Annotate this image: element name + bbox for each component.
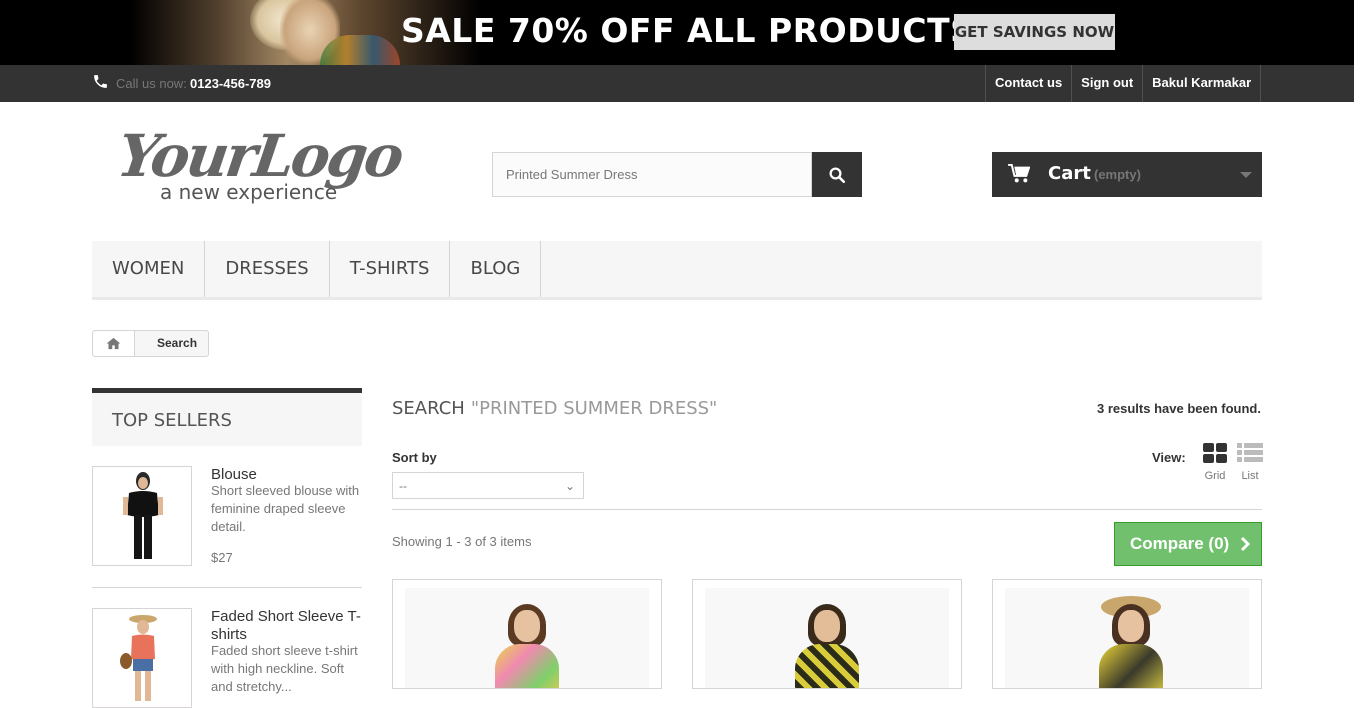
grid-view-icon bbox=[1203, 443, 1227, 463]
cart-status: (empty) bbox=[1094, 167, 1141, 182]
search-heading: SEARCH bbox=[392, 398, 465, 419]
menu-item-dresses[interactable]: DRESSES bbox=[205, 241, 330, 297]
grid-view-label: Grid bbox=[1204, 470, 1226, 482]
search-box bbox=[492, 152, 812, 197]
account-link[interactable]: Bakul Karmakar bbox=[1143, 65, 1262, 102]
chevron-down-icon bbox=[1240, 172, 1252, 178]
product-image bbox=[1005, 588, 1249, 688]
product-image bbox=[705, 588, 949, 688]
call-us-label: Call us now: bbox=[116, 76, 187, 91]
search-query: "PRINTED SUMMER DRESS" bbox=[470, 398, 718, 419]
compare-button[interactable]: Compare (0) bbox=[1114, 522, 1262, 566]
cart-icon bbox=[1008, 164, 1030, 183]
product-image bbox=[405, 588, 649, 688]
menu-item-women[interactable]: WOMEN bbox=[92, 241, 206, 297]
product-card[interactable] bbox=[692, 579, 962, 689]
search-input[interactable] bbox=[493, 153, 811, 196]
divider bbox=[392, 509, 1262, 510]
divider bbox=[92, 587, 362, 588]
menu-item-blog[interactable]: BLOG bbox=[450, 241, 542, 297]
grid-view-button[interactable]: Grid bbox=[1203, 443, 1227, 482]
showing-items-text: Showing 1 - 3 of 3 items bbox=[392, 534, 532, 549]
site-logo[interactable]: YourLogo a new experience bbox=[113, 122, 405, 212]
sort-select-value: -- bbox=[399, 479, 407, 493]
main-menu: WOMEN DRESSES T-SHIRTS BLOG bbox=[92, 241, 1262, 300]
sort-select[interactable]: -- ⌄ bbox=[392, 472, 584, 499]
promo-banner[interactable]: SALE 70% OFF ALL PRODUCTS GET SAVINGS NO… bbox=[0, 0, 1354, 65]
search-button[interactable] bbox=[812, 152, 862, 197]
product-thumbnail[interactable] bbox=[92, 608, 192, 708]
view-label: View: bbox=[1152, 450, 1186, 465]
logo-tagline: a new experience bbox=[160, 180, 338, 204]
compare-button-label: Compare (0) bbox=[1130, 534, 1230, 553]
page-title: SEARCH "PRINTED SUMMER DRESS" bbox=[392, 398, 717, 419]
top-sellers-title: TOP SELLERS bbox=[92, 388, 362, 446]
breadcrumb: Search bbox=[92, 330, 210, 357]
list-item: Faded Short Sleeve T-shirts Faded short … bbox=[92, 608, 363, 708]
product-name[interactable]: Faded Short Sleeve T-shirts bbox=[211, 608, 363, 644]
breadcrumb-current: Search bbox=[157, 336, 198, 350]
chevron-down-icon: ⌄ bbox=[565, 479, 576, 493]
product-thumbnail[interactable] bbox=[92, 466, 192, 566]
product-price: $27 bbox=[211, 550, 233, 565]
list-view-icon bbox=[1237, 443, 1263, 462]
cart-label: Cart bbox=[1048, 163, 1091, 184]
cart-button[interactable]: Cart (empty) bbox=[992, 152, 1262, 197]
chevron-right-icon bbox=[1240, 536, 1251, 552]
banner-headline: SALE 70% OFF ALL PRODUCTS bbox=[401, 11, 975, 50]
results-count: 3 results have been found. bbox=[1097, 401, 1261, 416]
list-view-button[interactable]: List bbox=[1237, 443, 1263, 482]
menu-item-tshirts[interactable]: T-SHIRTS bbox=[330, 241, 451, 297]
phone-icon bbox=[94, 75, 107, 88]
top-bar: Call us now: 0123-456-789 Contact us Sig… bbox=[0, 65, 1354, 102]
list-view-label: List bbox=[1241, 470, 1259, 482]
product-card[interactable] bbox=[992, 579, 1262, 689]
search-icon bbox=[829, 167, 846, 183]
header-links: Contact us Sign out Bakul Karmakar bbox=[985, 65, 1262, 102]
phone-number: 0123-456-789 bbox=[190, 76, 271, 91]
contact-us-link[interactable]: Contact us bbox=[986, 65, 1073, 102]
product-card[interactable] bbox=[392, 579, 662, 689]
product-description: Faded short sleeve t-shirt with high nec… bbox=[211, 643, 358, 694]
home-icon bbox=[106, 337, 121, 350]
product-description: Short sleeved blouse with feminine drape… bbox=[211, 483, 360, 534]
get-savings-button[interactable]: GET SAVINGS NOW bbox=[954, 14, 1115, 50]
breadcrumb-home[interactable] bbox=[93, 331, 135, 356]
list-item: Blouse Short sleeved blouse with feminin… bbox=[92, 466, 362, 576]
sign-out-link[interactable]: Sign out bbox=[1072, 65, 1144, 102]
sort-label: Sort by bbox=[392, 450, 437, 465]
